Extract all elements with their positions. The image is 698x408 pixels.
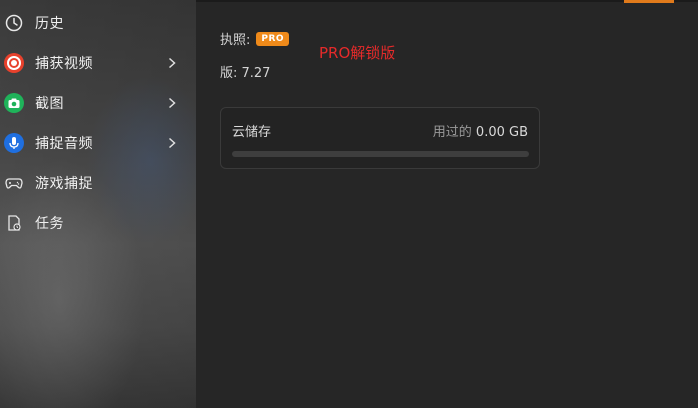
sidebar-item-label: 捕捉音频	[35, 136, 93, 152]
sidebar-item-label: 历史	[35, 16, 64, 32]
chevron-right-icon	[168, 57, 176, 69]
sidebar-item-label: 捕获视频	[35, 56, 93, 72]
sidebar-item-tasks[interactable]: 任务	[0, 207, 196, 239]
camera-icon	[4, 93, 24, 113]
chevron-right-icon	[168, 97, 176, 109]
usage-label: 用过的	[432, 125, 472, 140]
gamepad-icon	[4, 173, 24, 193]
sidebar-item-game-capture[interactable]: 游戏捕捉	[0, 167, 196, 199]
sidebar-item-capture-video[interactable]: 捕获视频	[0, 47, 196, 79]
promo-text: PRO解锁版	[319, 44, 396, 62]
microphone-icon	[4, 133, 24, 153]
sidebar-item-label: 游戏捕捉	[35, 176, 93, 192]
main-panel: 执照: PRO PRO解锁版 版: 7.27 云储存 用过的 0.00 GB	[196, 0, 698, 408]
sidebar-item-history[interactable]: 历史	[0, 7, 196, 39]
version-text: 版: 7.27	[220, 66, 271, 81]
sidebar: 历史 捕获视频 截图 捕捉音频 游戏捕捉 任务	[0, 0, 196, 408]
usage-value: 0.00 GB	[475, 125, 528, 140]
clock-icon	[4, 13, 24, 33]
storage-progress-bar	[232, 151, 529, 157]
pro-badge: PRO	[256, 31, 290, 46]
sidebar-item-capture-audio[interactable]: 捕捉音频	[0, 127, 196, 159]
sidebar-item-screenshot[interactable]: 截图	[0, 87, 196, 119]
license-row: 执照: PRO	[220, 29, 290, 48]
license-label: 执照:	[220, 33, 251, 48]
sidebar-item-label: 截图	[35, 96, 64, 112]
cloud-storage-title: 云储存	[232, 125, 272, 140]
top-divider	[196, 0, 698, 2]
cloud-storage-usage: 用过的 0.00 GB	[433, 121, 528, 140]
sidebar-item-label: 任务	[35, 216, 64, 232]
chevron-right-icon	[168, 137, 176, 149]
task-icon	[4, 213, 24, 233]
top-accent-bar	[624, 0, 674, 3]
cloud-storage-card: 云储存 用过的 0.00 GB	[220, 107, 540, 169]
record-icon	[4, 53, 24, 73]
